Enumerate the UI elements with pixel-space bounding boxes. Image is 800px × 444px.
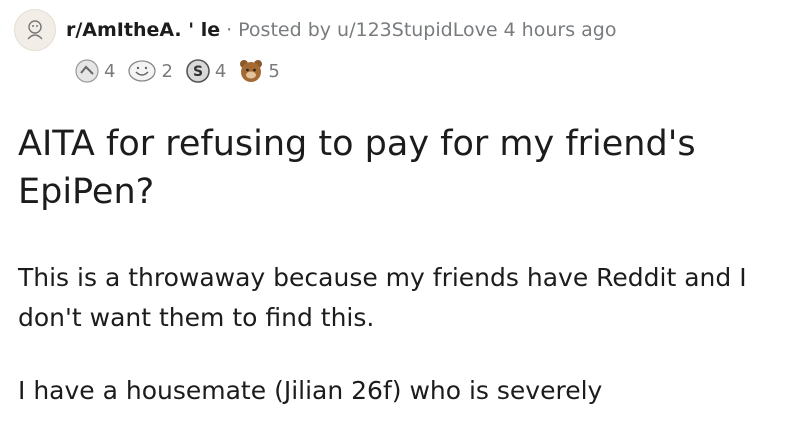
wholesome-award-icon	[127, 58, 157, 84]
svg-text:S: S	[193, 64, 203, 80]
post-title[interactable]: AITA for refusing to pay for my friend's…	[18, 120, 788, 216]
coin-award-icon: S	[185, 58, 211, 84]
post-body: This is a throwaway because my friends h…	[18, 258, 788, 444]
separator-dot: ·	[226, 19, 233, 41]
award-count: 5	[268, 60, 280, 82]
subreddit-link[interactable]: r/AmItheA. ' le	[66, 19, 220, 41]
award-wholesome[interactable]: 2	[127, 58, 173, 84]
post-header: r/AmItheA. ' le · Posted by u/123StupidL…	[14, 8, 616, 52]
bear-award-icon	[238, 58, 264, 84]
awards-row: 4 2 S 4 5	[74, 58, 286, 84]
award-coin[interactable]: S 4	[185, 58, 226, 84]
award-silver[interactable]: 4	[74, 58, 115, 84]
posted-by-text[interactable]: Posted by u/123StupidLove 4 hours ago	[238, 19, 616, 41]
body-paragraph: This is a throwaway because my friends h…	[18, 263, 747, 332]
subreddit-icon[interactable]	[14, 9, 56, 51]
award-count: 2	[161, 60, 173, 82]
award-bear[interactable]: 5	[238, 58, 280, 84]
award-count: 4	[214, 60, 227, 82]
silver-award-icon	[74, 58, 100, 84]
award-count: 4	[104, 60, 116, 82]
body-paragraph: I have a housemate (Jilian 26f) who is s…	[18, 376, 603, 405]
